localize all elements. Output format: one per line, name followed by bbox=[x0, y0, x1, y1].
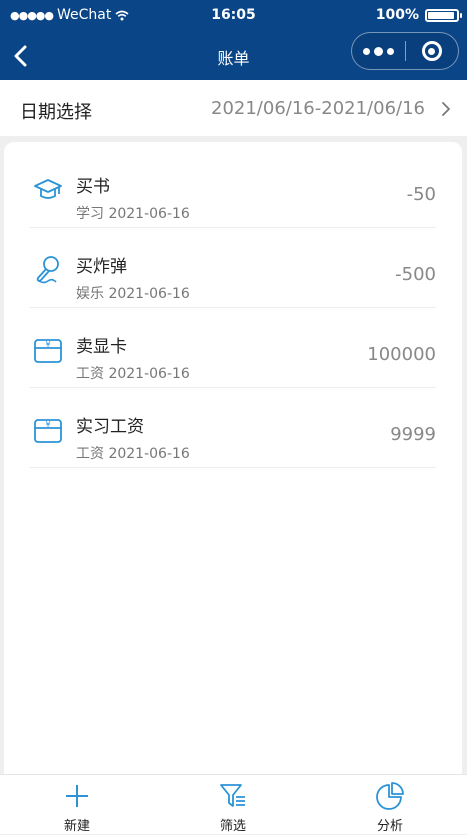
svg-text:¥: ¥ bbox=[45, 420, 50, 429]
bill-meta: 娱乐 2021-06-16 bbox=[76, 283, 190, 303]
divider bbox=[30, 467, 436, 468]
bottom-tab-bar: 新建 筛选 分析 bbox=[0, 774, 467, 834]
tab-label: 筛选 bbox=[219, 819, 246, 834]
bill-category: 工资 bbox=[76, 366, 104, 382]
bill-category: 学习 bbox=[76, 206, 104, 222]
bill-item[interactable]: ¥ 实习工资 工资 2021-06-16 9999 bbox=[4, 388, 462, 468]
tab-label: 新建 bbox=[63, 819, 90, 834]
tab-filter[interactable]: 筛选 bbox=[173, 775, 293, 835]
close-mini-program-button[interactable] bbox=[406, 33, 458, 69]
status-bar: ●●●●● WeChat 16:05 100% bbox=[0, 0, 467, 32]
more-dot-icon bbox=[374, 46, 383, 56]
microphone-icon bbox=[36, 256, 59, 284]
tab-new[interactable]: 新建 bbox=[17, 775, 137, 835]
date-range-selector[interactable]: 日期选择 2021/06/16-2021/06/16 bbox=[0, 80, 467, 136]
bill-title: 买书 bbox=[76, 177, 110, 197]
battery-icon bbox=[425, 8, 462, 22]
date-label: 日期选择 bbox=[20, 102, 92, 123]
bill-category: 工资 bbox=[76, 446, 104, 462]
bill-item[interactable]: 买炸弹 娱乐 2021-06-16 -500 bbox=[4, 228, 462, 308]
battery-fill bbox=[428, 11, 454, 19]
bill-amount: 100000 bbox=[367, 344, 436, 365]
more-dot-icon bbox=[387, 47, 394, 55]
bill-amount: -50 bbox=[406, 184, 436, 205]
bill-list: 买书 学习 2021-06-16 -50 买炸弹 娱乐 2021-06-16 -… bbox=[4, 142, 462, 782]
bill-date: 2021-06-16 bbox=[108, 286, 190, 302]
graduation-cap-icon bbox=[34, 179, 62, 199]
status-right: 100% bbox=[375, 7, 462, 23]
bill-item[interactable]: 买书 学习 2021-06-16 -50 bbox=[4, 148, 462, 228]
bill-title: 实习工资 bbox=[76, 417, 144, 437]
battery-percent: 100% bbox=[375, 7, 419, 23]
bill-title: 卖显卡 bbox=[76, 337, 127, 357]
bill-meta: 学习 2021-06-16 bbox=[76, 203, 190, 223]
salary-box-icon: ¥ bbox=[34, 339, 62, 363]
tab-label: 分析 bbox=[376, 819, 403, 834]
mini-program-capsule bbox=[351, 32, 459, 70]
bill-amount: -500 bbox=[395, 264, 436, 285]
bill-date: 2021-06-16 bbox=[108, 446, 190, 462]
nav-bar: 账单 bbox=[0, 32, 467, 80]
bill-item[interactable]: ¥ 卖显卡 工资 2021-06-16 100000 bbox=[4, 308, 462, 388]
salary-box-icon: ¥ bbox=[34, 419, 62, 443]
svg-text:¥: ¥ bbox=[45, 340, 50, 349]
bill-meta: 工资 2021-06-16 bbox=[76, 443, 190, 463]
bill-category: 娱乐 bbox=[76, 286, 104, 302]
chevron-right-icon bbox=[442, 102, 450, 116]
bill-date: 2021-06-16 bbox=[108, 366, 190, 382]
bill-meta: 工资 2021-06-16 bbox=[76, 363, 190, 383]
more-dot-icon bbox=[363, 47, 370, 55]
target-circle-icon bbox=[421, 41, 442, 61]
more-options-button[interactable] bbox=[352, 33, 405, 69]
tab-analysis[interactable]: 分析 bbox=[330, 775, 450, 835]
bill-title: 买炸弹 bbox=[76, 257, 127, 277]
filter-icon bbox=[220, 784, 245, 807]
date-range-value: 2021/06/16-2021/06/16 bbox=[211, 98, 425, 119]
plus-icon bbox=[66, 785, 88, 807]
bill-amount: 9999 bbox=[390, 424, 436, 445]
bill-date: 2021-06-16 bbox=[108, 206, 190, 222]
pie-chart-icon bbox=[376, 782, 404, 810]
